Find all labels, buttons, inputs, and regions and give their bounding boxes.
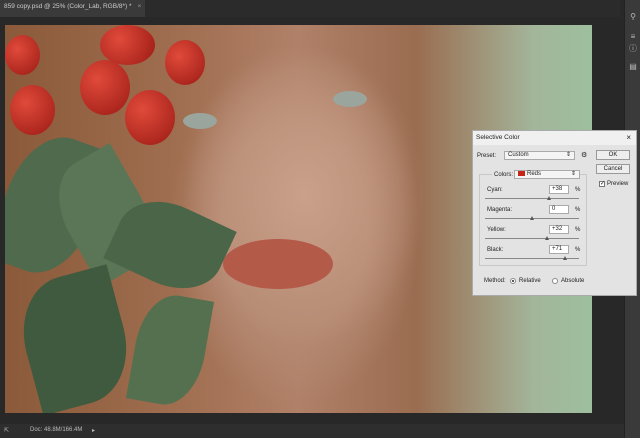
colors-select[interactable]: Reds ⇕ [514,170,580,179]
slider-thumb[interactable] [562,256,567,260]
eye-left [183,113,217,129]
slider-track[interactable] [485,256,579,260]
berry [80,60,130,115]
colors-label: Colors: [492,172,516,178]
slider-thumb[interactable] [529,216,534,220]
chevron-down-icon: ⇕ [570,171,576,177]
dialog-title: Selective Color [476,134,520,141]
preset-value: Custom [508,152,529,158]
leaf [9,264,141,413]
document-tab-title: 859 copy.psd @ 25% (Color_Lab, RGB/8*) * [4,3,132,10]
color-swatch [518,171,525,176]
berry [100,25,155,65]
close-icon[interactable]: × [626,133,631,142]
status-bar: ⇱ Doc: 48.8M/166.4M ▸ [0,424,624,438]
eye-right [333,91,367,107]
preset-select[interactable]: Custom ⇕ [504,151,575,160]
slider-label: Black: [487,247,504,253]
share-icon[interactable]: ⇱ [4,427,9,434]
colors-value: Reds [527,171,542,178]
slider-value-input[interactable]: +71 [549,245,569,254]
cancel-button[interactable]: Cancel [596,164,630,174]
method-relative-radio[interactable] [510,278,516,284]
slider-value-input[interactable]: +38 [549,185,569,194]
leaf [125,289,215,411]
selective-color-dialog: Selective Color × Preset: Custom ⇕ ⚙ OK Ca… [472,130,637,296]
slider-label: Magenta: [487,207,513,213]
gear-icon[interactable]: ⚙ [581,151,587,159]
percent-unit: % [575,227,581,233]
info-icon[interactable]: ⓘ [628,44,638,54]
slider-thumb[interactable] [547,196,552,200]
history-icon[interactable]: ⚲ [628,12,638,22]
dialog-titlebar[interactable]: Selective Color × [473,131,636,145]
method-relative-label: Relative [519,278,541,284]
preview-label: Preview [607,181,629,187]
adjustments-icon[interactable]: ≡ [628,32,638,42]
preview-checkbox[interactable]: ✓ [599,181,605,187]
berry [5,35,40,75]
document-tab[interactable]: 859 copy.psd @ 25% (Color_Lab, RGB/8*) *… [0,0,146,17]
slider-track[interactable] [485,236,579,240]
slider-label: Yellow: [487,227,506,233]
ok-button[interactable]: OK [596,150,630,160]
method-label: Method: [484,278,506,284]
lips [223,239,333,289]
status-menu-arrow-icon[interactable]: ▸ [92,427,95,434]
percent-unit: % [575,187,581,193]
preset-label: Preset: [477,153,497,159]
slider-track[interactable] [485,216,579,220]
chevron-down-icon: ⇕ [565,152,571,158]
berry [10,85,55,135]
slider-value-input[interactable]: 0 [549,205,569,214]
slider-value-input[interactable]: +32 [549,225,569,234]
slider-track[interactable] [485,196,579,200]
properties-icon[interactable]: ▤ [628,62,638,72]
berry [165,40,205,85]
tab-close-icon[interactable]: × [138,3,142,10]
percent-unit: % [575,207,581,213]
slider-label: Cyan: [487,187,503,193]
method-absolute-radio[interactable] [552,278,558,284]
percent-unit: % [575,247,581,253]
doc-size: Doc: 48.8M/166.4M [30,427,83,433]
document-tab-bar: 859 copy.psd @ 25% (Color_Lab, RGB/8*) *… [0,0,620,17]
berry [125,90,175,145]
slider-thumb[interactable] [544,236,549,240]
method-absolute-label: Absolute [561,278,585,284]
